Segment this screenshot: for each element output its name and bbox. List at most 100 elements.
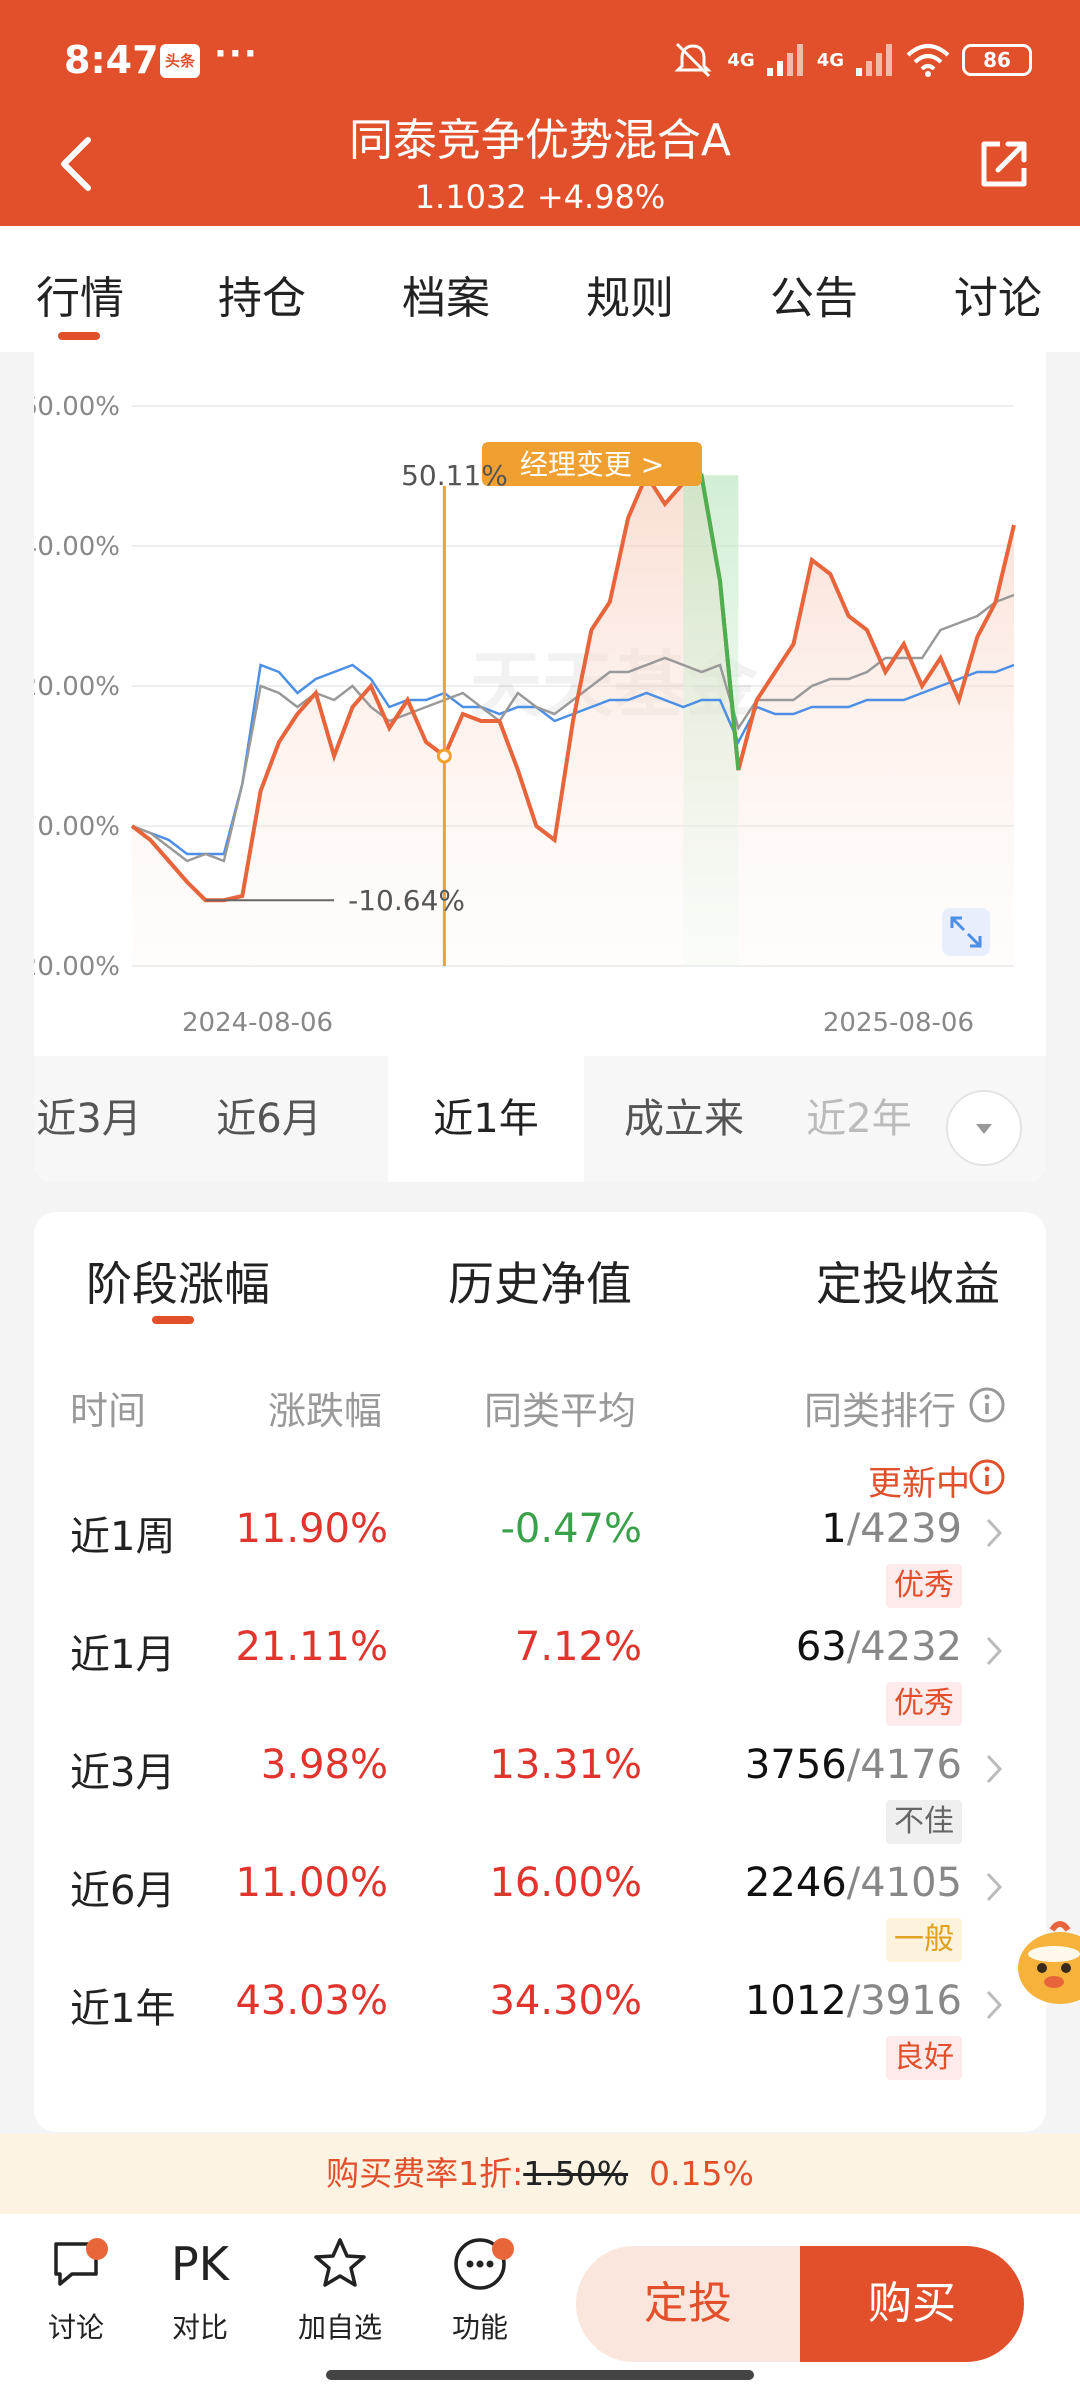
row-change: 11.00% bbox=[235, 1860, 388, 1906]
header-category-avg: 同类平均 bbox=[484, 1389, 637, 1433]
signal-4g-label-2: 4G bbox=[816, 49, 844, 71]
row-rank[interactable]: 1012/3916 bbox=[745, 1978, 962, 2024]
perf-tab-indicator bbox=[152, 1316, 194, 1324]
chevron-right-icon[interactable] bbox=[984, 1868, 1006, 1906]
event-marker-dot bbox=[436, 748, 452, 764]
row-change: 21.11% bbox=[235, 1624, 388, 1670]
nav-functions[interactable]: 功能 bbox=[420, 2234, 540, 2346]
performance-chart[interactable]: 60.00%40.00%20.00%0.00%-20.00% 天天基金 经理变更… bbox=[34, 352, 1046, 1052]
row-period: 近1月 bbox=[70, 1632, 176, 1678]
row-category-avg: 16.00% bbox=[489, 1860, 642, 1906]
rank-info-icon[interactable] bbox=[968, 1386, 1006, 1424]
updating-info-icon[interactable] bbox=[968, 1458, 1006, 1496]
y-axis-ticks: 60.00% 40.00% 20.00% 0.00% -20.00% bbox=[34, 392, 120, 982]
chevron-right-icon[interactable] bbox=[984, 1986, 1006, 2024]
row-rating-badge: 一般 bbox=[886, 1918, 962, 1962]
row-rank-total: /3916 bbox=[846, 1978, 962, 2024]
cell-signal-2-icon bbox=[856, 44, 892, 76]
row-category-avg: 13.31% bbox=[489, 1742, 642, 1788]
assistant-mascot-icon[interactable] bbox=[1012, 1912, 1080, 2012]
row-rank-position: 1 bbox=[821, 1506, 847, 1552]
row-rating-badge: 优秀 bbox=[886, 1682, 962, 1726]
buy-button[interactable]: 购买 bbox=[800, 2246, 1024, 2362]
tab-period-returns[interactable]: 阶段涨幅 bbox=[86, 1248, 270, 1314]
chart-card: 60.00%40.00%20.00%0.00%-20.00% 天天基金 经理变更… bbox=[34, 352, 1046, 1182]
range-more-button[interactable] bbox=[946, 1090, 1022, 1166]
tab-sip-returns[interactable]: 定投收益 bbox=[816, 1248, 1000, 1314]
status-indicators: 4G 4G 86 bbox=[671, 38, 1032, 82]
row-category-avg: -0.47% bbox=[500, 1506, 642, 1552]
nav-discuss-label: 讨论 bbox=[47, 2311, 104, 2344]
toutiao-app-icon: 头条 bbox=[160, 44, 200, 78]
star-icon bbox=[314, 2238, 366, 2287]
row-change: 43.03% bbox=[235, 1978, 388, 2024]
tab-rules[interactable]: 规则 bbox=[586, 262, 674, 326]
tab-nav-history[interactable]: 历史净值 bbox=[448, 1248, 632, 1314]
row-rank-position: 2246 bbox=[744, 1860, 847, 1906]
fee-prefix: 购买费率1折: bbox=[326, 2154, 524, 2193]
mute-icon bbox=[674, 42, 712, 78]
status-bar: 8:47 头条 ··· 4G 4G 86 bbox=[0, 0, 1080, 116]
x-axis-end-label: 2025-08-06 bbox=[823, 1008, 974, 1038]
nav-add-watchlist[interactable]: 加自选 bbox=[280, 2234, 400, 2346]
row-rank[interactable]: 1/4239 bbox=[821, 1506, 962, 1552]
y-tick-label: 60.00% bbox=[34, 392, 120, 422]
row-period: 近3月 bbox=[70, 1750, 176, 1796]
purchase-fee-banner[interactable]: 购买费率1折:1.50% 0.15% bbox=[0, 2134, 1080, 2214]
y-tick-label: 0.00% bbox=[37, 812, 120, 842]
tab-discussion[interactable]: 讨论 bbox=[954, 262, 1042, 326]
x-axis-start-label: 2024-08-06 bbox=[182, 1008, 333, 1038]
y-tick-label: 20.00% bbox=[34, 672, 120, 702]
row-category-avg: 34.30% bbox=[489, 1978, 642, 2024]
min-value-label: -10.64% bbox=[348, 884, 465, 917]
status-time: 8:47 bbox=[64, 38, 159, 82]
row-rating-badge: 良好 bbox=[886, 2036, 962, 2080]
header-change: 涨跌幅 bbox=[268, 1389, 383, 1433]
notification-dot bbox=[492, 2238, 514, 2260]
tab-market[interactable]: 行情 bbox=[36, 262, 124, 326]
tab-profile[interactable]: 档案 bbox=[402, 262, 490, 326]
chevron-right-icon[interactable] bbox=[984, 1514, 1006, 1552]
row-rank-total: /4105 bbox=[846, 1860, 962, 1906]
fund-detail-screen: 8:47 头条 ··· 4G 4G 86 同泰竞争优势混合A 1.1032 +4… bbox=[0, 0, 1080, 2400]
row-rank-total: /4232 bbox=[846, 1624, 962, 1670]
row-rank-total: /4176 bbox=[846, 1742, 962, 1788]
cell-signal-icon bbox=[766, 44, 803, 76]
performance-card: 阶段涨幅 历史净值 定投收益 时间 涨跌幅 同类平均 同类排行 更新中 近1周 … bbox=[34, 1212, 1046, 2132]
row-period: 近6月 bbox=[70, 1868, 176, 1914]
tab-announcements[interactable]: 公告 bbox=[770, 262, 858, 326]
row-rank[interactable]: 2246/4105 bbox=[745, 1860, 962, 1906]
tab-holdings[interactable]: 持仓 bbox=[218, 262, 306, 326]
range-2y[interactable]: 近2年 bbox=[784, 1056, 934, 1182]
row-rank[interactable]: 63/4232 bbox=[796, 1624, 962, 1670]
range-since-inception[interactable]: 成立来 bbox=[586, 1056, 782, 1182]
row-change: 11.90% bbox=[235, 1506, 388, 1552]
updating-label: 更新中 bbox=[868, 1464, 970, 1504]
range-1y[interactable]: 近1年 bbox=[388, 1056, 584, 1182]
nav-compare-label: 对比 bbox=[171, 2311, 228, 2344]
row-rank-total: /4239 bbox=[846, 1506, 962, 1552]
fund-nav-change: 1.1032 +4.98% bbox=[414, 178, 666, 216]
expand-icon[interactable] bbox=[942, 908, 990, 956]
sip-button[interactable]: 定投 bbox=[576, 2246, 800, 2362]
more-notifications-icon: ··· bbox=[214, 34, 259, 74]
fee-discounted: 0.15% bbox=[649, 2154, 754, 2193]
nav-compare[interactable]: PK 对比 bbox=[140, 2234, 260, 2346]
chevron-right-icon[interactable] bbox=[984, 1632, 1006, 1670]
row-rank-position: 1012 bbox=[744, 1978, 847, 2024]
range-3m[interactable]: 近3月 bbox=[34, 1056, 164, 1182]
share-icon[interactable] bbox=[976, 136, 1032, 192]
y-tick-label: 40.00% bbox=[34, 532, 120, 562]
chevron-down-icon bbox=[976, 1124, 992, 1134]
range-6m[interactable]: 近6月 bbox=[174, 1056, 364, 1182]
notification-dot bbox=[86, 2238, 108, 2260]
row-period: 近1年 bbox=[70, 1986, 176, 2032]
nav-functions-label: 功能 bbox=[451, 2311, 508, 2344]
row-rank[interactable]: 3756/4176 bbox=[745, 1742, 962, 1788]
y-tick-label: -20.00% bbox=[34, 952, 120, 982]
battery-indicator: 86 bbox=[962, 44, 1032, 76]
row-rating-badge: 优秀 bbox=[886, 1564, 962, 1608]
row-change: 3.98% bbox=[260, 1742, 388, 1788]
nav-discuss[interactable]: 讨论 bbox=[16, 2234, 136, 2346]
chevron-right-icon[interactable] bbox=[984, 1750, 1006, 1788]
